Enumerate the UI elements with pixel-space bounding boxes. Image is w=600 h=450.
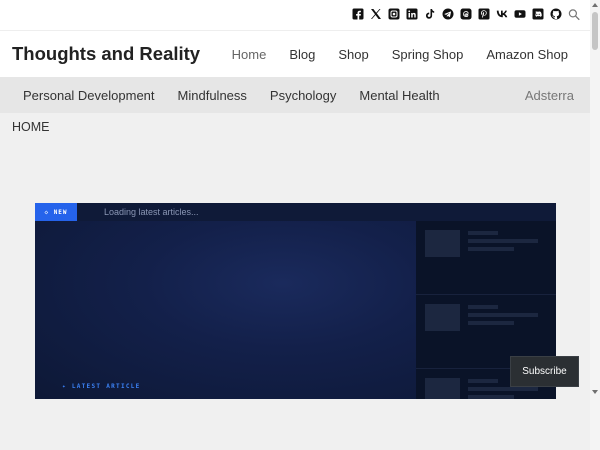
pinterest-icon[interactable] [478, 8, 490, 20]
article-thumbnail-placeholder [425, 230, 460, 257]
featured-article[interactable]: ✦ LATEST ARTICLE [35, 221, 416, 399]
page-scrollbar[interactable] [590, 0, 600, 450]
search-icon[interactable] [568, 8, 580, 20]
main-nav: Home Blog Shop Spring Shop Amazon Shop [209, 47, 568, 62]
category-psychology[interactable]: Psychology [270, 88, 336, 103]
threads-icon[interactable] [460, 8, 472, 20]
ticker-text: Loading latest articles... [104, 207, 199, 217]
scroll-down-arrow[interactable] [592, 390, 598, 394]
vk-icon[interactable] [496, 8, 508, 20]
list-item[interactable] [416, 221, 556, 295]
category-nav: Personal Development Mindfulness Psychol… [0, 77, 590, 113]
top-social-bar [0, 0, 590, 30]
tiktok-icon[interactable] [424, 8, 436, 20]
category-mindfulness[interactable]: Mindfulness [178, 88, 247, 103]
x-icon[interactable] [370, 8, 382, 20]
telegram-icon[interactable] [442, 8, 454, 20]
nav-amazon-shop[interactable]: Amazon Shop [486, 47, 568, 62]
article-thumbnail-placeholder [425, 304, 460, 331]
github-icon[interactable] [550, 8, 562, 20]
news-ticker: ◇ NEW Loading latest articles... [35, 203, 556, 221]
ad-link[interactable]: Adsterra [525, 88, 574, 103]
nav-blog[interactable]: Blog [289, 47, 315, 62]
discord-icon[interactable] [532, 8, 544, 20]
latest-article-label: ✦ LATEST ARTICLE [62, 383, 141, 390]
nav-shop[interactable]: Shop [338, 47, 368, 62]
nav-spring-shop[interactable]: Spring Shop [392, 47, 464, 62]
article-thumbnail-placeholder [425, 378, 460, 399]
scroll-up-arrow[interactable] [592, 3, 598, 7]
site-header: Thoughts and Reality Home Blog Shop Spri… [0, 30, 590, 77]
subscribe-button[interactable]: Subscribe [510, 356, 579, 387]
category-mental-health[interactable]: Mental Health [359, 88, 439, 103]
site-title[interactable]: Thoughts and Reality [12, 43, 200, 65]
facebook-icon[interactable] [352, 8, 364, 20]
nav-home[interactable]: Home [232, 47, 267, 62]
linkedin-icon[interactable] [406, 8, 418, 20]
youtube-icon[interactable] [514, 8, 526, 20]
new-badge: ◇ NEW [35, 203, 77, 221]
scroll-thumb[interactable] [592, 12, 598, 50]
breadcrumb: HOME [12, 120, 50, 134]
instagram-icon[interactable] [388, 8, 400, 20]
latest-articles-widget: ◇ NEW Loading latest articles... ✦ LATES… [35, 203, 556, 399]
category-personal-development[interactable]: Personal Development [23, 88, 155, 103]
social-icons [352, 8, 580, 20]
